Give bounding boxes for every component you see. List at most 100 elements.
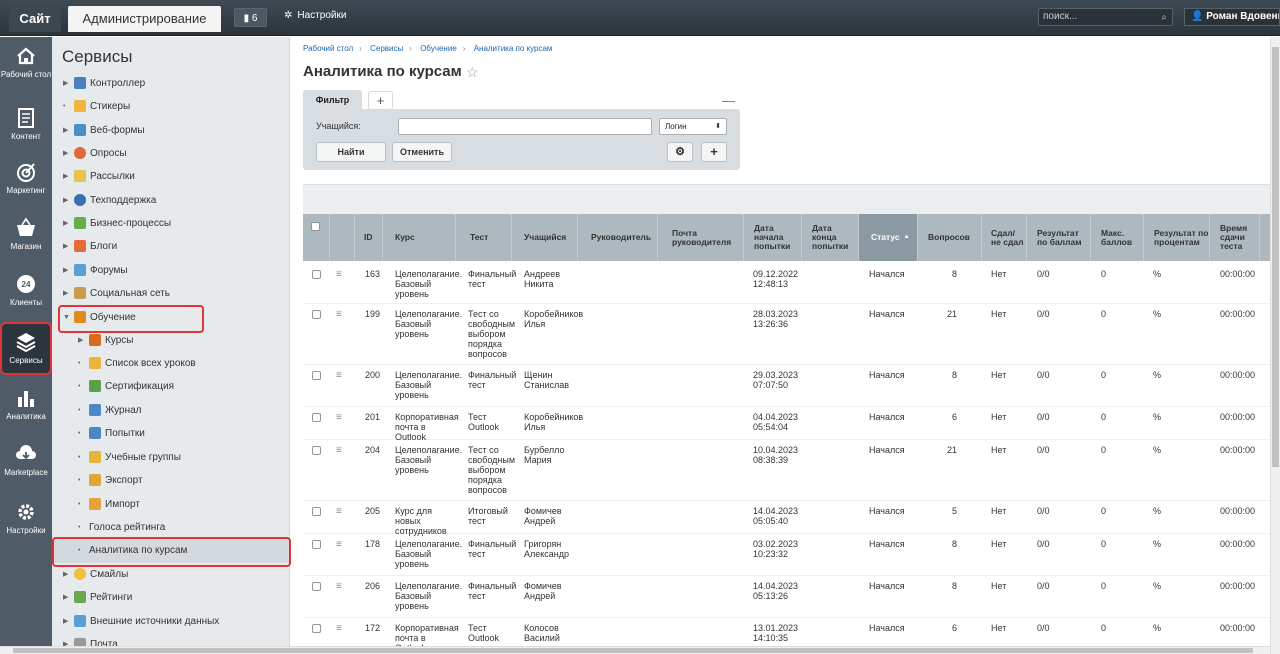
expand-arrow-icon[interactable]: ▶ [63, 149, 70, 157]
cell-student[interactable]: Колосов Василий [524, 623, 584, 643]
tree-item-mailings[interactable]: ▶ Рассылки [63, 167, 135, 185]
header-course[interactable]: Курс [383, 214, 456, 261]
cell-course[interactable]: Целеполагание. Базовый уровень [395, 581, 462, 611]
row-menu-icon[interactable]: ≡ [336, 370, 342, 381]
filter-tab[interactable]: Фильтр [303, 90, 362, 111]
nav-clients[interactable]: 24 Клиенты [0, 273, 52, 307]
row-menu-icon[interactable]: ≡ [336, 539, 342, 550]
tree-subitem-export[interactable]: • Экспорт [78, 471, 143, 489]
cell-student[interactable]: Фомичев Андрей [524, 506, 584, 526]
student-input[interactable] [398, 118, 652, 135]
nav-settings[interactable]: Настройки [0, 501, 52, 535]
cell-student[interactable]: Коробейников Илья [524, 309, 584, 329]
tree-item-stickers[interactable]: • Стикеры [63, 97, 130, 115]
header-time[interactable]: Время сдачи теста [1210, 214, 1260, 261]
user-menu[interactable]: 👤 Роман Вдовенко [1184, 8, 1280, 26]
row-checkbox[interactable] [312, 446, 321, 455]
cell-course[interactable]: Целеполагание. Базовый уровень [395, 269, 462, 299]
tree-subitem-attempts[interactable]: • Попытки [78, 424, 145, 442]
table-row[interactable]: ≡ 205 Курс для новых сотрудников Итоговый т… [303, 501, 1270, 536]
row-checkbox[interactable] [312, 540, 321, 549]
filter-add-button[interactable]: + [701, 142, 727, 162]
cell-course[interactable]: Корпоративная почта в Outlook [395, 412, 459, 442]
settings-link[interactable]: ✲ Настройки [284, 10, 346, 21]
row-checkbox[interactable] [312, 507, 321, 516]
tree-subitem-groups[interactable]: • Учебные группы [78, 448, 181, 466]
table-row[interactable]: ≡ 200 Целеполагание. Базовый уровень Финаль… [303, 365, 1270, 407]
cell-student[interactable]: Бурбелло Мария [524, 445, 584, 465]
tree-subitem-rating-votes[interactable]: • Голоса рейтинга [78, 518, 165, 536]
table-row[interactable]: ≡ 204 Целеполагание. Базовый уровень Тест с… [303, 440, 1270, 501]
cell-course[interactable]: Целеполагание. Базовый уровень [395, 309, 462, 339]
vertical-scrollbar[interactable] [1270, 37, 1280, 654]
tree-subitem-certification[interactable]: • Сертификация [78, 377, 174, 395]
row-checkbox[interactable] [312, 582, 321, 591]
header-percent[interactable]: Результат по процентам [1144, 214, 1210, 261]
header-id[interactable]: ID [355, 214, 383, 261]
tree-item-polls[interactable]: ▶ Опросы [63, 144, 127, 162]
nav-content[interactable]: Контент [0, 107, 52, 141]
expand-arrow-icon[interactable]: ▶ [63, 570, 70, 578]
header-start-date[interactable]: Дата начала попытки [744, 214, 802, 261]
expand-arrow-icon[interactable]: ▶ [63, 593, 70, 601]
nav-analytics[interactable]: Аналитика [0, 387, 52, 421]
search-icon[interactable]: ⌕ [1161, 10, 1167, 26]
cell-student[interactable]: Коробейников Илья [524, 412, 584, 432]
table-row[interactable]: ≡ 163 Целеполагание. Базовый уровень Финаль… [303, 264, 1270, 304]
cell-test[interactable]: Тест со свободным выбором порядка вопрос… [468, 309, 520, 359]
expand-arrow-icon[interactable]: ▶ [63, 126, 70, 134]
expand-arrow-icon[interactable]: ▶ [78, 336, 85, 344]
horizontal-scrollbar[interactable] [0, 646, 1270, 654]
cell-student[interactable]: Фомичев Андрей [524, 581, 584, 601]
header-manager-email[interactable]: Почта руководителя [658, 214, 744, 261]
cell-course[interactable]: Курс для новых сотрудников [395, 506, 459, 536]
filter-settings-button[interactable]: ⚙ [667, 142, 693, 162]
header-score[interactable]: Результат по баллам [1027, 214, 1091, 261]
expand-arrow-icon[interactable]: ▶ [63, 79, 70, 87]
cell-test[interactable]: Финальный тест [468, 539, 520, 559]
header-manager[interactable]: Руководитель [578, 214, 658, 261]
favorite-star-icon[interactable]: ☆ [466, 64, 479, 81]
breadcrumb-link[interactable]: Аналитика по курсам [474, 44, 553, 53]
tree-item-blogs[interactable]: ▶ Блоги [63, 237, 117, 255]
find-button[interactable]: Найти [316, 142, 386, 162]
expand-arrow-icon[interactable]: ▶ [63, 219, 70, 227]
vertical-scroll-thumb[interactable] [1272, 47, 1279, 467]
tree-item-external-sources[interactable]: ▶ Внешние источники данных [63, 612, 219, 630]
collapse-filter-icon[interactable]: — [722, 93, 735, 108]
row-menu-icon[interactable]: ≡ [336, 623, 342, 634]
cell-course[interactable]: Целеполагание. Базовый уровень [395, 539, 462, 569]
row-checkbox[interactable] [312, 371, 321, 380]
tree-subitem-import[interactable]: • Импорт [78, 495, 140, 513]
expand-arrow-icon[interactable]: ▶ [63, 289, 70, 297]
site-tab[interactable]: Сайт [9, 6, 61, 32]
row-checkbox[interactable] [312, 413, 321, 422]
expand-arrow-icon[interactable]: ▶ [63, 172, 70, 180]
select-all-checkbox[interactable] [311, 222, 320, 231]
header-end-date[interactable]: Дата конца попытки [802, 214, 859, 261]
cell-course[interactable]: Целеполагание. Базовый уровень [395, 445, 462, 475]
cell-test[interactable]: Финальный тест [468, 269, 520, 289]
tree-item-ratings[interactable]: ▶ Рейтинги [63, 588, 132, 606]
tree-item-webforms[interactable]: ▶ Веб-формы [63, 121, 145, 139]
tree-subitem-courses[interactable]: ▶ Курсы [78, 331, 133, 349]
row-menu-icon[interactable]: ≡ [336, 269, 342, 280]
header-max-score[interactable]: Макс. баллов [1091, 214, 1144, 261]
cell-test[interactable]: Финальный тест [468, 581, 520, 601]
table-row[interactable]: ≡ 172 Корпоративная почта в Outlook Тест Ou… [303, 618, 1270, 648]
cell-test[interactable]: Тест Outlook [468, 412, 520, 432]
horizontal-scroll-thumb[interactable] [13, 648, 1253, 653]
notifications-button[interactable]: ▮ 6 [234, 8, 267, 27]
header-status[interactable]: Статус ▲ [859, 214, 918, 261]
add-filter-tab-button[interactable]: + [368, 91, 393, 110]
row-checkbox[interactable] [312, 624, 321, 633]
expand-arrow-icon[interactable]: ▶ [63, 617, 70, 625]
nav-marketing[interactable]: Маркетинг [0, 161, 52, 195]
cell-test[interactable]: Тест со свободным выбором порядка вопрос… [468, 445, 520, 495]
cell-course[interactable]: Целеполагание. Базовый уровень [395, 370, 462, 400]
cancel-button[interactable]: Отменить [392, 142, 452, 162]
nav-services[interactable]: Сервисы [0, 322, 52, 375]
cell-student[interactable]: Щенин Станислав [524, 370, 584, 390]
table-row[interactable]: ≡ 199 Целеполагание. Базовый уровень Тест с… [303, 304, 1270, 365]
nav-shop[interactable]: Магазин [0, 217, 52, 251]
